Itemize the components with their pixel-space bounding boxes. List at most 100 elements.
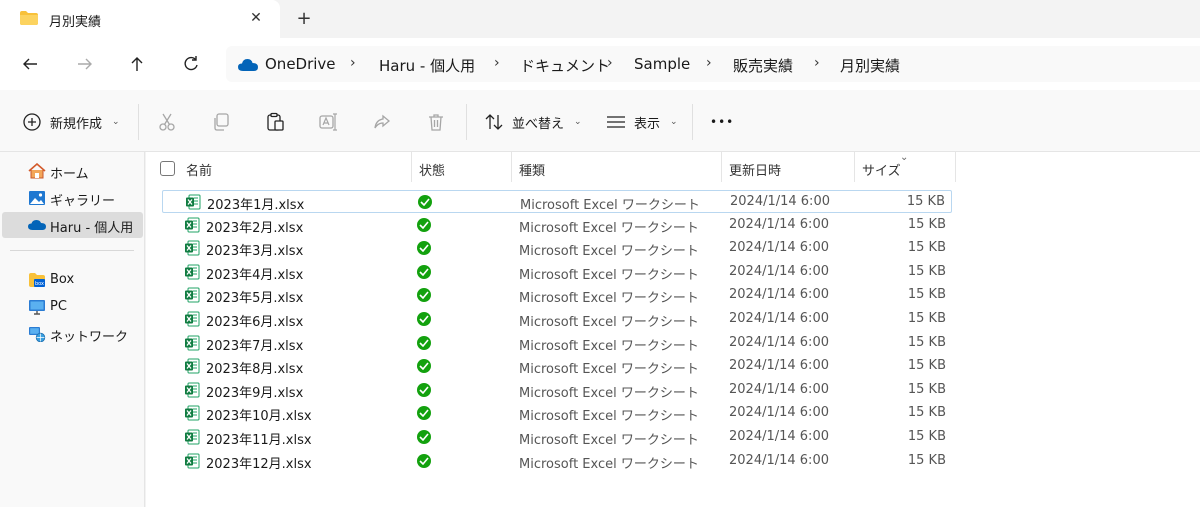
breadcrumb-separator[interactable]: › <box>814 55 820 71</box>
copy-button[interactable] <box>211 110 231 134</box>
file-name: 2023年5月.xlsx <box>206 291 304 307</box>
file-type: Microsoft Excel ワークシート <box>519 362 699 378</box>
file-size: 15 KB <box>907 381 946 397</box>
sync-status-icon <box>417 288 431 303</box>
table-row[interactable]: 2023年10月.xlsx Microsoft Excel ワークシート 2024/… <box>162 402 952 425</box>
view-button[interactable]: 表示 ⌄ <box>606 110 678 134</box>
sync-status-icon <box>417 430 431 444</box>
arrow-up-icon <box>131 57 143 71</box>
file-modified: 2024/1/14 6:00 <box>729 452 829 468</box>
command-bar: 新規作成 ⌄ 並べ替え ⌄ 表示 ⌄ ••• <box>0 90 1200 152</box>
gallery-icon <box>29 191 45 205</box>
arrow-right-icon <box>78 58 92 70</box>
file-name: 2023年11月.xlsx <box>206 433 312 448</box>
file-type: Microsoft Excel ワークシート <box>519 409 699 425</box>
table-row[interactable]: 2023年8月.xlsx Microsoft Excel ワークシート 2024/1… <box>162 355 952 378</box>
breadcrumb-separator[interactable]: › <box>607 55 613 71</box>
sidebar-item-gallery[interactable]: ギャラリー <box>2 185 143 211</box>
sidebar-item-home[interactable]: ホーム <box>2 158 143 184</box>
trash-icon <box>429 114 443 131</box>
file-type: Microsoft Excel ワークシート <box>519 220 699 236</box>
file-name: 2023年6月.xlsx <box>206 315 304 330</box>
column-header-modified[interactable]: 更新日時 <box>729 152 781 186</box>
file-modified: 2024/1/14 6:00 <box>729 311 829 326</box>
column-header-size[interactable]: サイズ <box>862 152 901 186</box>
column-resize-handle[interactable] <box>511 152 512 182</box>
sidebar-item-network[interactable]: ネットワーク <box>2 321 143 347</box>
sort-icon <box>485 114 503 130</box>
breadcrumb-separator[interactable]: › <box>350 55 356 71</box>
rename-button[interactable] <box>318 110 338 134</box>
sidebar-item-onedrive[interactable]: Haru - 個人用 <box>2 212 143 238</box>
forward-button[interactable] <box>72 51 98 77</box>
more-options-button[interactable]: ••• <box>710 110 734 134</box>
table-row[interactable]: 2023年1月.xlsx Microsoft Excel ワークシート 2024/1… <box>162 190 952 213</box>
share-icon <box>374 114 391 129</box>
arrow-left-icon <box>23 58 37 70</box>
file-size: 15 KB <box>907 358 946 374</box>
column-header-status[interactable]: 状態 <box>419 152 445 186</box>
sync-status-icon <box>417 264 431 279</box>
breadcrumb-separator[interactable]: › <box>706 55 712 71</box>
copy-icon <box>214 113 229 131</box>
table-row[interactable]: 2023年3月.xlsx Microsoft Excel ワークシート 2024/1… <box>162 237 952 260</box>
file-size: 15 KB <box>907 311 946 326</box>
table-row[interactable]: 2023年9月.xlsx Microsoft Excel ワークシート 2024/1… <box>162 379 952 402</box>
new-button[interactable]: 新規作成 ⌄ <box>22 110 120 134</box>
new-tab-button[interactable]: + <box>294 8 314 29</box>
table-row[interactable]: 2023年4月.xlsx Microsoft Excel ワークシート 2024/1… <box>162 261 952 284</box>
table-row[interactable]: 2023年6月.xlsx Microsoft Excel ワークシート 2024/1… <box>162 308 952 331</box>
file-name: 2023年2月.xlsx <box>206 220 304 236</box>
breadcrumb-documents[interactable]: ドキュメント <box>520 55 610 76</box>
column-resize-handle[interactable] <box>721 152 722 182</box>
table-row[interactable]: 2023年2月.xlsx Microsoft Excel ワークシート 2024/1… <box>162 214 952 237</box>
file-size: 15 KB <box>907 405 946 421</box>
pc-icon <box>29 300 45 315</box>
cut-button[interactable] <box>157 110 177 134</box>
column-resize-handle[interactable] <box>854 152 855 182</box>
breadcrumb-separator[interactable]: › <box>494 55 500 71</box>
refresh-button[interactable] <box>178 51 204 77</box>
table-row[interactable]: 2023年7月.xlsx Microsoft Excel ワークシート 2024/1… <box>162 332 952 355</box>
column-resize-handle[interactable] <box>955 152 956 182</box>
sidebar-item-pc[interactable]: PC <box>2 294 143 320</box>
excel-file-icon <box>185 264 200 280</box>
column-header-name[interactable]: 名前 <box>186 152 212 186</box>
file-type: Microsoft Excel ワークシート <box>519 338 699 354</box>
delete-button[interactable] <box>426 110 446 134</box>
list-view-icon <box>607 116 625 128</box>
file-size: 15 KB <box>907 240 946 256</box>
file-name: 2023年8月.xlsx <box>206 362 304 378</box>
new-label: 新規作成 <box>50 116 103 132</box>
sort-button[interactable]: 並べ替え ⌄ <box>484 110 582 134</box>
tab-current-folder[interactable]: 月別実績 ✕ <box>0 0 280 38</box>
paste-button[interactable] <box>265 110 285 134</box>
file-size: 15 KB <box>907 429 946 444</box>
address-bar[interactable]: OneDrive › Haru - 個人用 › ドキュメント › Sample … <box>226 46 1200 82</box>
select-all-checkbox[interactable] <box>160 161 175 176</box>
breadcrumb-sample[interactable]: Sample <box>634 55 690 73</box>
breadcrumb-onedrive[interactable]: OneDrive <box>265 55 336 73</box>
table-row[interactable]: 2023年5月.xlsx Microsoft Excel ワークシート 2024/1… <box>162 284 952 307</box>
file-name: 2023年1月.xlsx <box>207 198 305 213</box>
sync-status-icon <box>417 241 431 256</box>
breadcrumb-haru[interactable]: Haru - 個人用 <box>379 55 475 76</box>
breadcrumb-monthly[interactable]: 月別実績 <box>840 55 900 76</box>
sidebar-item-box[interactable]: box Box <box>2 267 143 293</box>
sync-status-icon <box>417 335 431 350</box>
column-header-type[interactable]: 種類 <box>519 152 545 186</box>
table-row[interactable]: 2023年12月.xlsx Microsoft Excel ワークシート 2024/… <box>162 450 952 473</box>
table-row[interactable]: 2023年11月.xlsx Microsoft Excel ワークシート 2024/… <box>162 426 952 449</box>
column-resize-handle[interactable] <box>411 152 412 182</box>
share-button[interactable] <box>372 110 392 134</box>
excel-file-icon <box>185 240 200 256</box>
file-size: 15 KB <box>907 452 946 468</box>
breadcrumb-sales[interactable]: 販売実績 <box>733 55 793 76</box>
up-button[interactable] <box>124 51 150 77</box>
file-modified: 2024/1/14 6:00 <box>729 429 829 444</box>
sync-status-icon <box>417 406 431 421</box>
plus-circle-icon <box>23 113 41 131</box>
close-tab-icon[interactable]: ✕ <box>246 8 266 28</box>
file-type: Microsoft Excel ワークシート <box>519 456 699 472</box>
back-button[interactable] <box>17 51 43 77</box>
